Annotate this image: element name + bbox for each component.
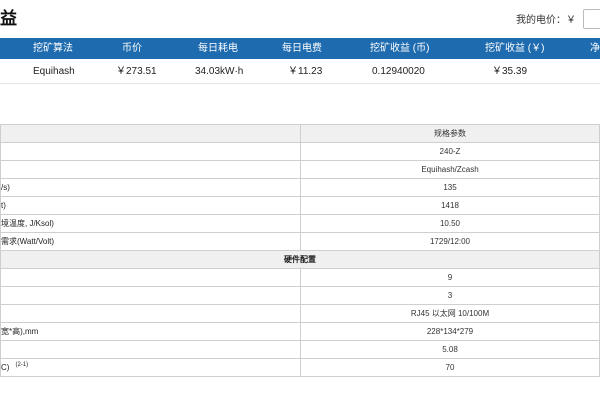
- col-coin-price: 币价: [122, 43, 142, 54]
- hw-value: 9: [300, 268, 600, 287]
- table-row: Equihash/Zcash: [0, 160, 600, 179]
- hw-value: 228*134*279: [300, 322, 600, 341]
- spec-value: 10.50: [300, 214, 600, 233]
- table-row: RJ45 以太网 10/100M: [0, 304, 600, 323]
- hw-label: [0, 268, 301, 287]
- spec-header-value: 规格参数: [300, 124, 600, 143]
- col-daily-power-cost: 每日电费: [282, 43, 322, 54]
- hardware-section-header: 硬件配置: [0, 250, 600, 269]
- hw-value: 5.08: [300, 340, 600, 359]
- cell-algorithm: Equihash: [33, 66, 75, 77]
- footnote-marker: (2-1): [15, 362, 29, 368]
- spec-label: t): [0, 196, 301, 215]
- table-row: Equihash ￥273.51 34.03kW·h ￥11.23 0.1294…: [0, 61, 600, 84]
- col-profit-cny: 挖矿收益 (￥): [485, 43, 545, 54]
- hardware-section-title: 硬件配置: [0, 250, 600, 269]
- hw-label: [0, 286, 301, 305]
- table-row: 240-Z: [0, 142, 600, 161]
- spec-value: 1418: [300, 196, 600, 215]
- hw-value: 70: [300, 358, 600, 377]
- table-row: 境温度, J/Ksol) 10.50: [0, 214, 600, 233]
- hw-label: C) (2-1): [0, 358, 301, 377]
- electricity-price-label: 我的电价：￥: [516, 15, 576, 26]
- hw-value: RJ45 以太网 10/100M: [300, 304, 600, 323]
- cell-daily-power-cost: ￥11.23: [288, 66, 323, 77]
- col-algorithm: 挖矿算法: [33, 43, 73, 54]
- electricity-price-input[interactable]: [583, 9, 600, 29]
- cell-profit-cny: ￥35.39: [492, 66, 528, 77]
- table-row: 需求(Watt/Volt) 1729/12:00: [0, 232, 600, 251]
- table-row: 9: [0, 268, 600, 287]
- table-row: /s) 135: [0, 178, 600, 197]
- hw-value: 3: [300, 286, 600, 305]
- hw-label: [0, 340, 301, 359]
- col-profit-coin: 挖矿收益 (币): [370, 43, 430, 54]
- col-daily-power: 每日耗电: [198, 43, 238, 54]
- hw-label: [0, 304, 301, 323]
- spec-label: [0, 160, 301, 179]
- hw-label-text: C): [1, 363, 10, 372]
- spec-table-header: 规格参数: [0, 124, 600, 143]
- spec-header-label: [0, 124, 301, 143]
- table-row: 宽*高),mm 228*134*279: [0, 322, 600, 341]
- table-row: 5.08: [0, 340, 600, 359]
- spec-value: 135: [300, 178, 600, 197]
- spec-value: Equihash/Zcash: [300, 160, 600, 179]
- table-row: C) (2-1) 70: [0, 358, 600, 377]
- profit-table-header: 挖矿算法 币价 每日耗电 每日电费 挖矿收益 (币) 挖矿收益 (￥) 净: [0, 38, 600, 59]
- cell-daily-power: 34.03kW·h: [195, 66, 244, 77]
- spec-label: 境温度, J/Ksol): [0, 214, 301, 233]
- cell-profit-coin: 0.12940020: [372, 66, 425, 77]
- spec-value: 1729/12:00: [300, 232, 600, 251]
- cell-coin-price: ￥273.51: [116, 66, 157, 77]
- spec-table: 规格参数 240-Z Equihash/Zcash /s) 135 t) 141…: [0, 124, 600, 377]
- spec-label: /s): [0, 178, 301, 197]
- page-title: 益: [0, 9, 17, 28]
- hw-label: 宽*高),mm: [0, 322, 301, 341]
- spec-label: [0, 142, 301, 161]
- col-net: 净: [590, 43, 600, 54]
- table-row: t) 1418: [0, 196, 600, 215]
- spec-value: 240-Z: [300, 142, 600, 161]
- spec-label: 需求(Watt/Volt): [0, 232, 301, 251]
- table-row: 3: [0, 286, 600, 305]
